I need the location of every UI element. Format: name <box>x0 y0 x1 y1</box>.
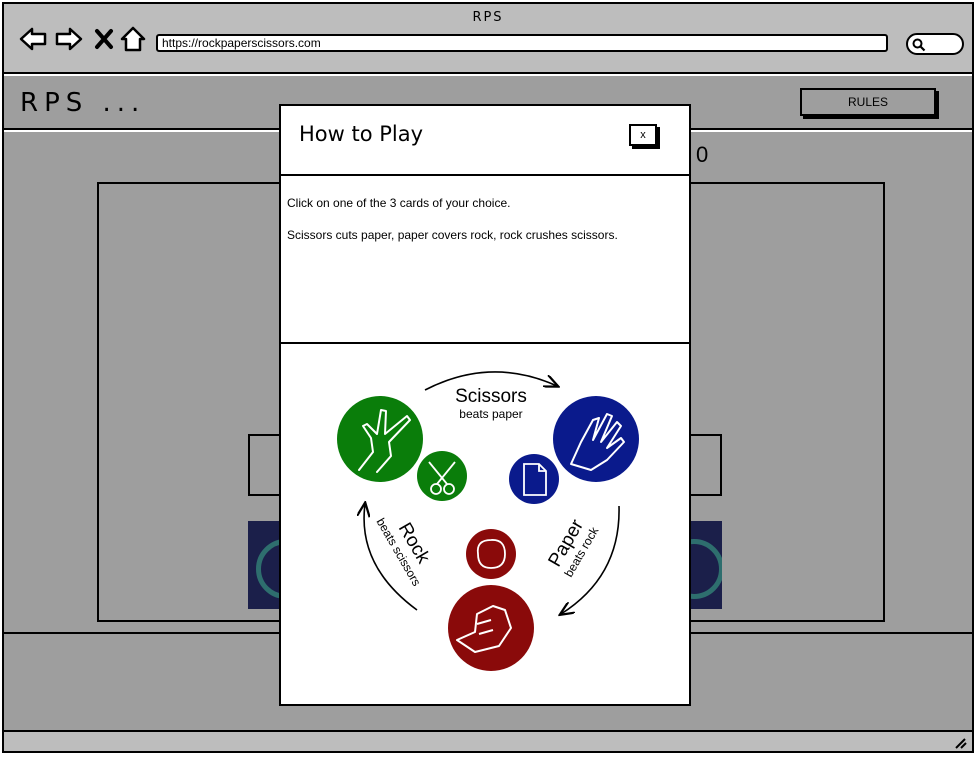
modal-close-button[interactable]: x <box>629 124 657 146</box>
url-input[interactable]: https://rockpaperscissors.com <box>156 34 888 52</box>
rules-diagram: Scissors beats paper Paper beats rock Ro… <box>281 346 689 704</box>
how-to-play-modal: How to Play x Click on one of the 3 card… <box>279 104 691 706</box>
modal-instructions: Click on one of the 3 cards of your choi… <box>281 176 689 344</box>
scissors-label: Scissors <box>455 386 527 407</box>
status-bar <box>4 730 972 751</box>
card-slot-right <box>686 434 722 496</box>
instruction-line: Scissors cuts paper, paper covers rock, … <box>287 228 618 242</box>
window-title: RPS <box>472 10 504 25</box>
paper-doc-circle <box>509 454 559 504</box>
rules-diagram-svg: Scissors beats paper Paper beats rock Ro… <box>337 371 639 671</box>
close-icon[interactable] <box>90 24 120 54</box>
search-button[interactable] <box>906 33 964 55</box>
home-icon[interactable] <box>118 24 148 54</box>
app-logo: RPS ... <box>20 88 146 118</box>
scissors-tool-circle <box>417 451 467 501</box>
rules-button[interactable]: RULES <box>800 88 936 116</box>
resize-grip-icon[interactable] <box>952 735 968 749</box>
score-value: 0 <box>696 142 709 167</box>
modal-title: How to Play <box>299 122 424 146</box>
paper-hand-circle <box>553 396 639 482</box>
browser-chrome: RPS https://rockpaperscissors.com <box>4 4 972 74</box>
rock-hand-circle <box>448 585 534 671</box>
scissors-rule: beats paper <box>459 407 522 421</box>
forward-icon[interactable] <box>54 24 84 54</box>
rock-stone-circle <box>466 529 516 579</box>
modal-header: How to Play x <box>281 106 689 176</box>
instruction-line: Click on one of the 3 cards of your choi… <box>287 196 511 210</box>
search-icon <box>912 38 926 52</box>
back-icon[interactable] <box>18 24 48 54</box>
browser-window: RPS https://rockpaperscissors.com RPS ..… <box>2 2 974 753</box>
card-back-right[interactable] <box>686 521 722 609</box>
